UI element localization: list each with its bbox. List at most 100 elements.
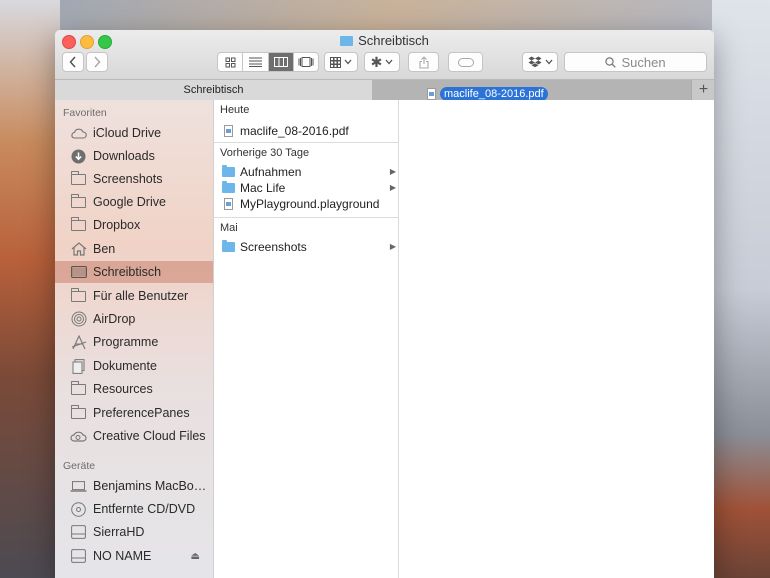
list-item-label: Mac Life [240,180,286,195]
sidebar-item-no-name[interactable]: NO NAME ⏏ [55,545,213,567]
dragged-file[interactable]: maclife_08-2016.pdf [427,87,548,101]
folder-icon [70,404,87,421]
view-mode-segmented[interactable] [217,52,319,72]
list-item[interactable]: Mac Life ▶ [214,179,398,196]
back-button[interactable] [62,52,84,72]
sidebar-item-airdrop[interactable]: AirDrop [55,308,213,330]
sidebar-item-resources[interactable]: Resources [55,378,213,400]
sidebar-item-entfernte-cd-dvd[interactable]: Entfernte CD/DVD [55,498,213,520]
sidebar-item-screenshots[interactable]: Screenshots [55,168,213,190]
sidebar-item-ben[interactable]: Ben [55,238,213,260]
folder-icon [70,380,87,397]
sidebar-item-label: Schreibtisch [93,265,162,279]
list-item[interactable]: MyPlayground.playground [214,195,398,212]
sidebar-item-label: Creative Cloud Files [93,429,206,443]
tab-bar: Schreibtisch + [55,79,714,101]
sidebar-item-macbook[interactable]: Benjamins MacBo… [55,475,213,497]
list-item[interactable]: maclife_08-2016.pdf [214,122,398,139]
action-button[interactable]: ✱ [364,52,400,72]
sidebar-item-google-drive[interactable]: Google Drive [55,191,213,213]
list-item-label: maclife_08-2016.pdf [240,123,349,138]
sidebar-item-label: iCloud Drive [93,126,162,140]
sidebar-item-label: PreferencePanes [93,406,190,420]
forward-button[interactable] [86,52,108,72]
laptop-icon [70,479,87,494]
sidebar-item-fuer-alle-benutzer[interactable]: Für alle Benutzer [55,285,213,307]
share-icon [418,55,429,69]
list-item[interactable]: Aufnahmen ▶ [214,163,398,180]
eject-icon[interactable]: ⏏ [191,551,200,562]
column-view-icon [273,57,288,67]
disc-icon [70,501,87,517]
list-item-label: MyPlayground.playground [240,196,380,211]
disclosure-arrow-icon: ▶ [389,242,396,251]
sidebar-item-creative-cloud-files[interactable]: Creative Cloud Files [55,425,213,447]
airdrop-icon [70,311,87,327]
column-1: Heute maclife_08-2016.pdf Vorherige 30 T… [214,100,399,578]
group-header-heute: Heute [220,104,250,116]
dropbox-button[interactable] [522,52,558,72]
desktop-icon [70,265,87,280]
arrange-button[interactable] [324,52,358,72]
sidebar-item-label: AirDrop [93,312,136,326]
sidebar-item-label: Dropbox [93,218,141,232]
tab-schreibtisch[interactable]: Schreibtisch [55,80,373,101]
documents-icon [70,358,87,374]
chevron-right-icon [94,56,101,68]
folder-icon [70,216,87,233]
folder-icon [70,287,87,304]
sidebar-item-dokumente[interactable]: Dokumente [55,355,213,377]
list-item-label: Screenshots [240,239,307,254]
folder-icon [221,164,235,177]
sidebar-section-favorites: Favoriten [63,107,107,119]
column-2[interactable] [399,100,714,578]
sidebar-item-label: Resources [93,382,153,396]
folder-icon [340,36,354,46]
sidebar-item-label: Entfernte CD/DVD [93,502,196,516]
sidebar-item-label: SierraHD [93,525,145,539]
sidebar-item-schreibtisch[interactable]: Schreibtisch [55,261,213,283]
sidebar-item-label: Dokumente [93,359,157,373]
list-view-icon [248,57,262,67]
folder-icon [70,193,87,210]
desktop-background-left [0,0,60,578]
disk-icon [70,525,87,540]
list-item[interactable]: Screenshots ▶ [214,238,398,255]
sidebar-item-label: NO NAME [93,549,152,563]
disk-icon [70,549,87,564]
pdf-file-icon [221,124,235,137]
disclosure-arrow-icon: ▶ [389,183,396,192]
playground-file-icon [221,197,235,210]
coverflow-view-button[interactable] [294,53,318,71]
share-button[interactable] [408,52,439,72]
column-view-button[interactable] [268,53,294,71]
sidebar-item-preferencepanes[interactable]: PreferencePanes [55,402,213,424]
cloud-icon [70,126,87,141]
chevron-down-icon [385,59,393,65]
disclosure-arrow-icon: ▶ [389,167,396,176]
desktop-background-right [712,0,770,578]
group-header-vorherige-30-tage: Vorherige 30 Tage [214,142,398,162]
folder-icon [221,239,235,252]
sidebar-item-label: Benjamins MacBo… [93,479,207,493]
sidebar-item-label: Für alle Benutzer [93,289,189,303]
list-view-button[interactable] [243,53,269,71]
creative-cloud-icon [70,429,87,444]
new-tab-button[interactable]: + [691,80,714,101]
search-field[interactable]: Suchen [564,52,707,72]
sidebar-item-programme[interactable]: Programme [55,331,213,353]
icon-view-button[interactable] [218,53,244,71]
chevron-down-icon [344,59,352,65]
downloads-icon [70,149,87,164]
group-header-mai: Mai [214,217,398,237]
dragged-file-label: maclife_08-2016.pdf [440,87,548,101]
title-bar[interactable]: Schreibtisch ✱ Suchen [55,30,714,79]
dropbox-icon [528,56,541,68]
tags-button[interactable] [448,52,483,72]
sidebar-item-sierrahd[interactable]: SierraHD [55,521,213,543]
search-icon [605,56,617,68]
sidebar-item-icloud-drive[interactable]: iCloud Drive [55,122,213,144]
sidebar-item-label: Google Drive [93,195,166,209]
sidebar-item-dropbox[interactable]: Dropbox [55,214,213,236]
sidebar-item-downloads[interactable]: Downloads [55,145,213,167]
